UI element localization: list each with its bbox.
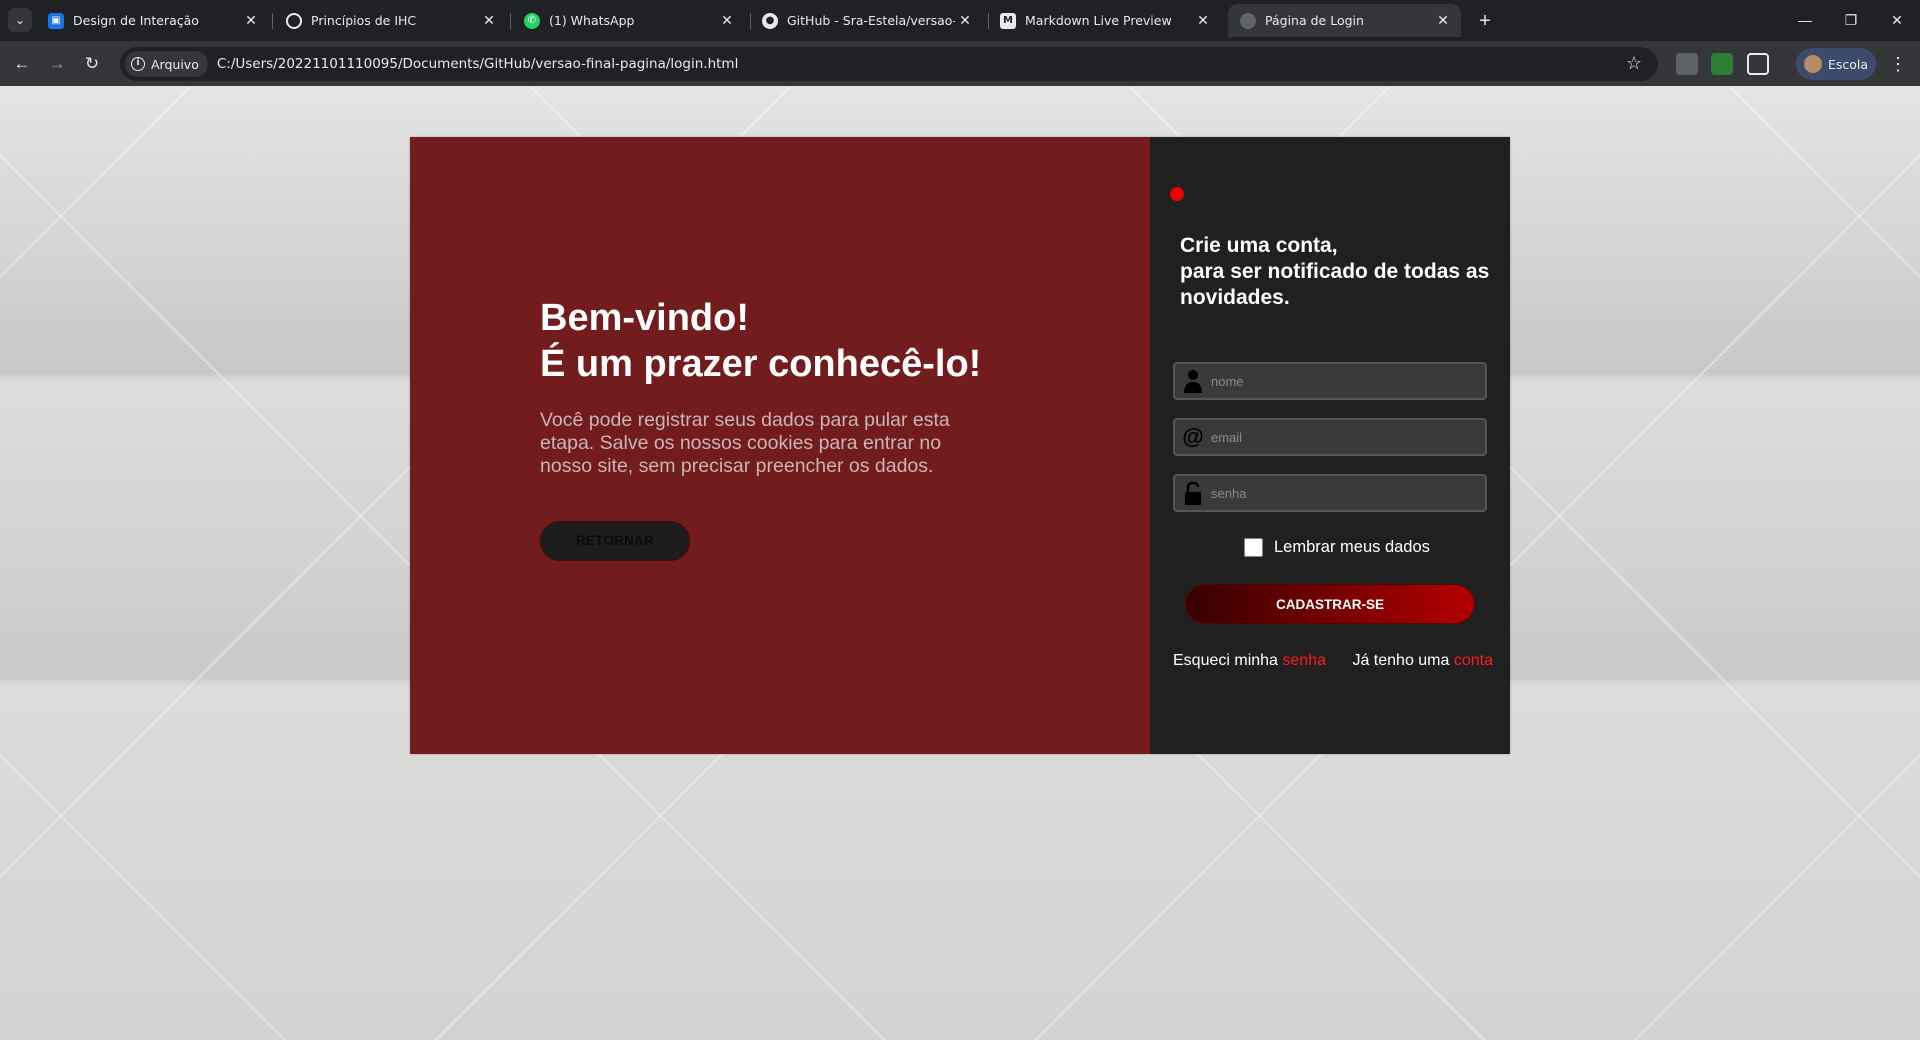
github-icon: ●: [762, 12, 778, 29]
forward-button[interactable]: →: [43, 50, 71, 78]
forgot-password-link[interactable]: senha: [1282, 652, 1326, 669]
address-bar[interactable]: i Arquivo C:/Users/20221101110095/Docume…: [120, 47, 1658, 81]
avatar: [1804, 55, 1822, 73]
browser-toolbar: ← → ↻ i Arquivo C:/Users/20221101110095/…: [0, 41, 1920, 86]
remember-checkbox[interactable]: [1244, 538, 1263, 557]
welcome-heading: Bem-vindo! É um prazer conhecê-lo!: [540, 295, 981, 387]
tab-principios-de-ihc[interactable]: Princípios de IHC ✕: [274, 4, 507, 37]
welcome-heading-line1: Bem-vindo!: [540, 297, 749, 339]
tab-title: GitHub - Sra-Estela/versao-final: [787, 13, 955, 28]
classroom-icon: ▣: [48, 12, 64, 29]
tab-title: Princípios de IHC: [311, 13, 417, 28]
extension-icon[interactable]: [1711, 53, 1733, 75]
name-field: [1173, 362, 1487, 400]
tab-title: Página de Login: [1265, 13, 1364, 28]
site-info-chip[interactable]: i Arquivo: [125, 51, 208, 77]
email-input[interactable]: [1211, 420, 1485, 454]
info-icon: i: [131, 57, 145, 71]
signup-title-line1: Crie uma conta,: [1180, 234, 1338, 257]
chip-label: Arquivo: [151, 56, 199, 72]
email-field: @: [1173, 418, 1487, 456]
signup-panel: Crie uma conta, para ser notificado de t…: [1150, 137, 1510, 754]
restore-button[interactable]: ❐: [1828, 6, 1874, 34]
remember-label: Lembrar meus dados: [1274, 538, 1430, 556]
forgot-password: Esqueci minha senha: [1173, 652, 1326, 670]
tab-title: Design de Interação: [73, 13, 199, 28]
user-icon: [1175, 364, 1211, 398]
account-text: Já tenho uma: [1352, 652, 1454, 669]
markdown-icon: M: [1000, 12, 1016, 29]
return-button[interactable]: RETORNAR: [540, 521, 690, 561]
whatsapp-icon: ✆: [524, 12, 540, 29]
close-icon[interactable]: ✕: [717, 11, 737, 31]
welcome-heading-line2: É um prazer conhecê-lo!: [540, 343, 982, 385]
remember-me[interactable]: Lembrar meus dados: [1244, 538, 1430, 557]
lock-icon: [1175, 476, 1211, 510]
signup-title: Crie uma conta, para ser notificado de t…: [1180, 233, 1500, 311]
close-window-button[interactable]: ✕: [1874, 6, 1920, 34]
tab-pagina-de-login[interactable]: Página de Login ✕: [1228, 4, 1461, 37]
login-card: Bem-vindo! É um prazer conhecê-lo! Você …: [410, 137, 1510, 754]
password-field: [1173, 474, 1487, 512]
minimize-button[interactable]: —: [1782, 6, 1828, 34]
puzzle-icon[interactable]: [1747, 53, 1769, 75]
url-text[interactable]: C:/Users/20221101110095/Documents/GitHub…: [217, 56, 738, 72]
signup-button[interactable]: CADASTRAR-SE: [1185, 584, 1475, 624]
close-icon[interactable]: ✕: [479, 11, 499, 31]
tab-whatsapp[interactable]: ✆ (1) WhatsApp ✕: [512, 4, 745, 37]
profile-label: Escola: [1828, 56, 1869, 72]
password-input[interactable]: [1211, 476, 1485, 510]
back-button[interactable]: ←: [8, 50, 36, 78]
tab-strip: ⌄ ▣ Design de Interação ✕ Princípios de …: [0, 0, 1920, 41]
tab-separator: [272, 13, 273, 29]
close-icon[interactable]: ✕: [1193, 11, 1213, 31]
have-account: Já tenho uma conta: [1352, 652, 1493, 670]
more-menu-icon[interactable]: ⋮: [1886, 50, 1910, 78]
bookmark-star-icon[interactable]: ☆: [1626, 53, 1642, 74]
close-icon[interactable]: ✕: [241, 11, 261, 31]
close-icon[interactable]: ✕: [1433, 11, 1453, 31]
tab-design-de-interacao[interactable]: ▣ Design de Interação ✕: [36, 4, 269, 37]
profile-button[interactable]: Escola: [1796, 48, 1876, 80]
tab-github[interactable]: ● GitHub - Sra-Estela/versao-final ✕: [750, 4, 983, 37]
tab-search-button[interactable]: ⌄: [8, 8, 32, 32]
close-icon[interactable]: ✕: [955, 11, 975, 31]
welcome-panel: Bem-vindo! É um prazer conhecê-lo! Você …: [410, 137, 1150, 754]
signup-title-line2: para ser notificado de todas as novidade…: [1180, 260, 1490, 309]
tab-markdown-live-preview[interactable]: M Markdown Live Preview ✕: [988, 4, 1221, 37]
reload-button[interactable]: ↻: [78, 50, 106, 78]
welcome-description: Você pode registrar seus dados para pula…: [540, 409, 950, 477]
extension-icon[interactable]: [1676, 53, 1698, 75]
new-tab-button[interactable]: +: [1472, 8, 1498, 34]
footer-links: Esqueci minha senha Já tenho uma conta: [1173, 652, 1493, 670]
tab-title: Markdown Live Preview: [1025, 13, 1172, 28]
status-dot: [1170, 187, 1184, 201]
name-input[interactable]: [1211, 364, 1485, 398]
globe-icon: [286, 12, 302, 29]
tab-title: (1) WhatsApp: [549, 13, 635, 28]
globe-icon: [1240, 12, 1256, 29]
forgot-text: Esqueci minha: [1173, 652, 1283, 669]
tab-separator: [510, 13, 511, 29]
page-viewport: Bem-vindo! É um prazer conhecê-lo! Você …: [0, 86, 1920, 1040]
login-link[interactable]: conta: [1454, 652, 1493, 669]
at-sign-icon: @: [1182, 424, 1204, 449]
